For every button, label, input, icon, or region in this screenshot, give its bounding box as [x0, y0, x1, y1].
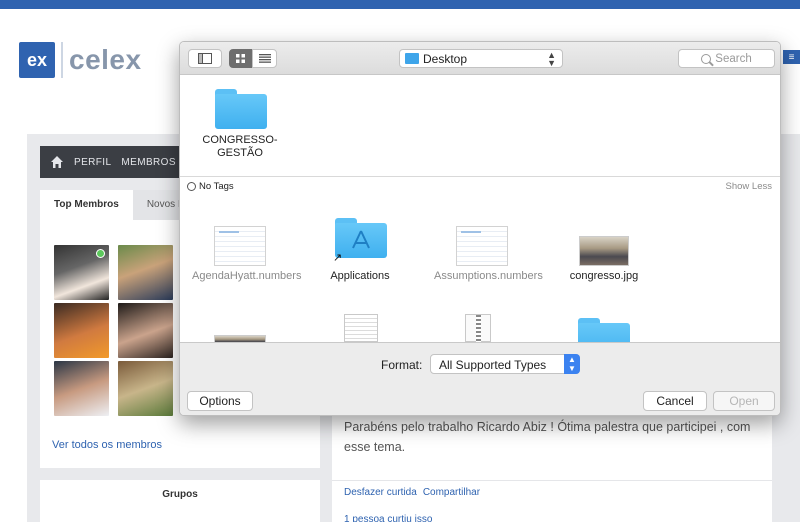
dialog-footer: Format: All Supported Types ▲ ▼ Options C… — [180, 342, 780, 415]
format-select[interactable]: All Supported Types ▲ ▼ — [430, 354, 580, 374]
post-actions: Desfazer curtida Compartilhar — [344, 487, 480, 498]
post-card: Parabéns pelo trabalho Ricardo Abiz ! Ót… — [332, 410, 772, 522]
groups-title: Grupos — [162, 489, 198, 500]
site-navbar: PERFIL MEMBROS — [40, 146, 190, 178]
search-icon — [701, 53, 712, 64]
tags-row: No Tags Show Less — [180, 178, 780, 196]
member-avatar[interactable] — [54, 245, 109, 300]
post-likes-count[interactable]: 1 pessoa curtiu isso — [344, 514, 432, 522]
member-avatar[interactable] — [118, 245, 173, 300]
file-label[interactable]: Assumptions.numbers — [434, 270, 543, 283]
logo-mark: ex — [19, 42, 55, 78]
tab-top-membros[interactable]: Top Membros — [40, 190, 133, 220]
document-icon[interactable] — [344, 314, 378, 342]
photo-icon[interactable] — [579, 236, 629, 266]
undo-like-link[interactable]: Desfazer curtida — [344, 487, 417, 498]
chevron-updown-icon: ▲ ▼ — [547, 50, 556, 68]
numbers-spreadsheet-icon[interactable] — [456, 226, 508, 266]
numbers-spreadsheet-icon[interactable] — [214, 226, 266, 266]
icon-view-button[interactable] — [229, 49, 252, 68]
site-top-bar — [0, 0, 800, 9]
sidebar-toggle-button[interactable] — [188, 49, 222, 68]
list-view-button[interactable] — [252, 49, 277, 68]
location-label: Desktop — [423, 51, 468, 66]
file-label[interactable]: Applications — [312, 270, 408, 283]
nav-link-perfil[interactable]: PERFIL — [74, 157, 111, 168]
grid-icon — [236, 54, 245, 63]
groups-card: Grupos — [40, 480, 320, 522]
location-popup[interactable]: Desktop ▲ ▼ — [399, 49, 563, 68]
format-value: All Supported Types — [439, 358, 547, 372]
tag-circle-icon — [187, 182, 196, 191]
pinned-folder-label[interactable]: CONGRESSO-GESTÃO — [194, 134, 286, 160]
app-store-glyph-icon — [352, 230, 370, 249]
open-button[interactable]: Open — [713, 391, 775, 411]
list-icon — [258, 54, 271, 63]
file-label[interactable]: AgendaHyatt.numbers — [192, 270, 301, 283]
post-divider — [332, 480, 772, 481]
no-tags-label[interactable]: No Tags — [199, 181, 234, 192]
format-label: Format: — [381, 358, 423, 372]
logo-text: celex — [69, 44, 142, 75]
archive-icon[interactable] — [465, 314, 491, 343]
pinned-results-area: CONGRESSO-GESTÃO — [180, 76, 780, 177]
member-avatar[interactable] — [118, 361, 173, 416]
member-avatar[interactable] — [54, 361, 109, 416]
folder-icon — [405, 53, 419, 64]
see-all-members-link[interactable]: Ver todos os membros — [52, 439, 162, 451]
alias-arrow-icon: ↗ — [333, 252, 343, 264]
nav-link-membros[interactable]: MEMBROS — [121, 157, 175, 168]
options-button[interactable]: Options — [187, 391, 253, 411]
member-avatar[interactable] — [118, 303, 173, 358]
applications-folder-icon[interactable] — [335, 218, 387, 258]
search-placeholder: Search — [715, 52, 752, 65]
share-link[interactable]: Compartilhar — [423, 487, 480, 498]
home-icon[interactable] — [50, 155, 64, 169]
search-field[interactable]: Search — [678, 49, 775, 68]
member-avatar[interactable] — [54, 303, 109, 358]
chevron-updown-icon: ▲ ▼ — [564, 354, 580, 374]
post-text: Parabéns pelo trabalho Ricardo Abiz ! Ót… — [344, 420, 751, 454]
menu-icon[interactable]: ≡ — [783, 50, 800, 64]
file-open-dialog: Desktop ▲ ▼ Search CONGRESSO-GESTÃO No Ta… — [179, 41, 781, 416]
logo-divider — [61, 42, 63, 78]
site-logo[interactable]: ex celex — [19, 42, 142, 78]
folder-icon[interactable] — [215, 89, 267, 129]
show-less-button[interactable]: Show Less — [726, 181, 772, 192]
file-label[interactable]: congresso.jpg — [556, 270, 652, 283]
cancel-button[interactable]: Cancel — [643, 391, 707, 411]
dialog-toolbar: Desktop ▲ ▼ Search — [180, 42, 780, 75]
sidebar-icon — [198, 53, 212, 64]
online-indicator — [96, 249, 105, 258]
